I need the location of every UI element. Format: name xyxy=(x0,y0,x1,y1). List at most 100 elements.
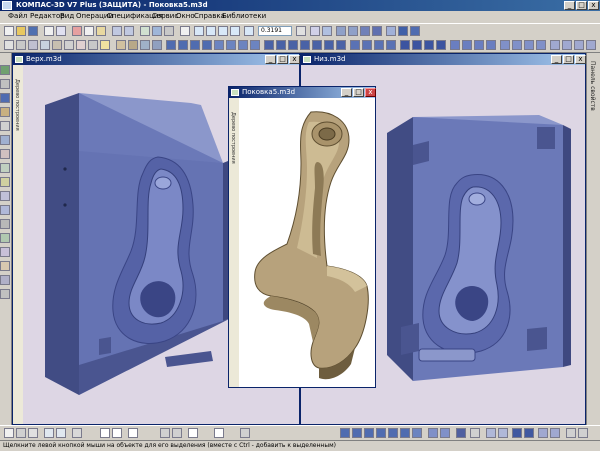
hidden-lines-icon[interactable] xyxy=(348,26,358,36)
shaded-edges-icon[interactable] xyxy=(372,26,382,36)
local-cs-icon[interactable] xyxy=(56,428,66,438)
material-icon[interactable] xyxy=(550,428,560,438)
tree-icon[interactable] xyxy=(0,65,10,75)
step-icon[interactable] xyxy=(160,428,170,438)
sheet-metal-icon[interactable] xyxy=(524,40,534,50)
filter-icon[interactable] xyxy=(64,40,74,50)
minimize-button[interactable]: _ xyxy=(564,1,575,10)
zoom-in-icon[interactable] xyxy=(206,26,216,36)
doc-minimize-button[interactable]: _ xyxy=(551,55,562,64)
previous-view-icon[interactable] xyxy=(486,428,496,438)
rotate-icon[interactable] xyxy=(310,26,320,36)
snap-icon[interactable] xyxy=(16,428,26,438)
zoom-input[interactable]: 0.3191 xyxy=(258,26,292,36)
step-value-field[interactable] xyxy=(188,428,198,438)
grid-icon[interactable] xyxy=(4,428,14,438)
next-view-icon[interactable] xyxy=(498,428,508,438)
menu-window[interactable]: Окно xyxy=(176,12,195,20)
part-icon[interactable] xyxy=(0,93,10,103)
assembly-icon[interactable] xyxy=(128,40,138,50)
sweep-icon[interactable] xyxy=(190,40,200,50)
offset-icon[interactable] xyxy=(462,40,472,50)
view-back-icon[interactable] xyxy=(352,428,362,438)
surface-icon[interactable] xyxy=(400,40,410,50)
perspective-icon[interactable] xyxy=(386,26,396,36)
zoom-out-icon[interactable] xyxy=(218,26,228,36)
zoom-scale-icon[interactable] xyxy=(244,26,254,36)
menu-file[interactable]: Файл xyxy=(8,12,27,20)
menu-libraries[interactable]: Библиотеки xyxy=(222,12,266,20)
cut-loft-icon[interactable] xyxy=(250,40,260,50)
angle-icon[interactable] xyxy=(574,40,584,50)
plane-icon[interactable] xyxy=(28,40,38,50)
doc-minimize-button[interactable]: _ xyxy=(341,88,352,97)
settings-icon[interactable] xyxy=(566,428,576,438)
color-icon[interactable] xyxy=(538,428,548,438)
shell-icon[interactable] xyxy=(288,40,298,50)
shaded-icon[interactable] xyxy=(360,26,370,36)
wireframe-icon[interactable] xyxy=(336,26,346,36)
select-icon[interactable] xyxy=(4,40,14,50)
macro-icon[interactable] xyxy=(0,289,10,299)
split-icon[interactable] xyxy=(424,40,434,50)
help-icon[interactable] xyxy=(578,428,588,438)
doc-maximize-button[interactable]: □ xyxy=(353,88,364,97)
menu-service[interactable]: Сервис xyxy=(152,12,178,20)
arrays-icon[interactable] xyxy=(0,205,10,215)
dimensions-icon[interactable] xyxy=(0,149,10,159)
view-top-icon[interactable] xyxy=(364,428,374,438)
app-icon[interactable] xyxy=(2,1,12,10)
view-left-icon[interactable] xyxy=(388,428,398,438)
helix-icon[interactable] xyxy=(486,40,496,50)
curve-pattern-icon[interactable] xyxy=(374,40,384,50)
lock-icon[interactable] xyxy=(240,428,250,438)
point-icon[interactable] xyxy=(52,40,62,50)
surfaces-tool-icon[interactable] xyxy=(0,191,10,201)
view-trimetric-icon[interactable] xyxy=(456,428,466,438)
new-file-icon[interactable] xyxy=(4,26,14,36)
cut-revolve-icon[interactable] xyxy=(226,40,236,50)
undo-icon[interactable] xyxy=(112,26,122,36)
redo-icon[interactable] xyxy=(124,26,134,36)
mold-icon[interactable] xyxy=(436,40,446,50)
chamfer-icon[interactable] xyxy=(276,40,286,50)
copy-icon[interactable] xyxy=(84,26,94,36)
doc-maximize-button[interactable]: □ xyxy=(277,55,288,64)
zoom-window-icon[interactable] xyxy=(194,26,204,36)
doc-window-forging[interactable]: Поковка5.m3d _ □ x Дерево построения xyxy=(228,86,376,388)
doc-close-button[interactable]: x xyxy=(575,55,586,64)
view-bottom-icon[interactable] xyxy=(376,428,386,438)
x-coord-field[interactable] xyxy=(100,428,110,438)
print-icon[interactable] xyxy=(44,26,54,36)
measure-tool-icon[interactable] xyxy=(0,233,10,243)
cursor-icon[interactable] xyxy=(172,428,182,438)
zoom-all-icon[interactable] xyxy=(230,26,240,36)
revolve-icon[interactable] xyxy=(178,40,188,50)
cut-sweep-icon[interactable] xyxy=(238,40,248,50)
standard-parts-icon[interactable] xyxy=(512,40,522,50)
refresh-icon[interactable] xyxy=(180,26,190,36)
boolean-icon[interactable] xyxy=(412,40,422,50)
circular-pattern-icon[interactable] xyxy=(362,40,372,50)
filters-tool-icon[interactable] xyxy=(0,247,10,257)
hole-icon[interactable] xyxy=(324,40,334,50)
rib-icon[interactable] xyxy=(300,40,310,50)
constraints-icon[interactable] xyxy=(0,163,10,173)
save-icon[interactable] xyxy=(28,26,38,36)
paste-icon[interactable] xyxy=(96,26,106,36)
view-front-icon[interactable] xyxy=(340,428,350,438)
sketch-icon[interactable] xyxy=(16,40,26,50)
layer-icon[interactable] xyxy=(72,428,82,438)
open-folder-icon[interactable] xyxy=(16,26,26,36)
highlight-icon[interactable] xyxy=(100,40,110,50)
distance-icon[interactable] xyxy=(562,40,572,50)
aux-geometry-icon[interactable] xyxy=(0,135,10,145)
orientation-icon[interactable] xyxy=(322,26,332,36)
z-coord-field[interactable] xyxy=(128,428,138,438)
view-dimetric-icon[interactable] xyxy=(440,428,450,438)
extrude-icon[interactable] xyxy=(166,40,176,50)
draft-icon[interactable] xyxy=(312,40,322,50)
spec-tool-icon[interactable] xyxy=(0,261,10,271)
curves-icon[interactable] xyxy=(0,121,10,131)
sketch-tool-icon[interactable] xyxy=(0,107,10,117)
